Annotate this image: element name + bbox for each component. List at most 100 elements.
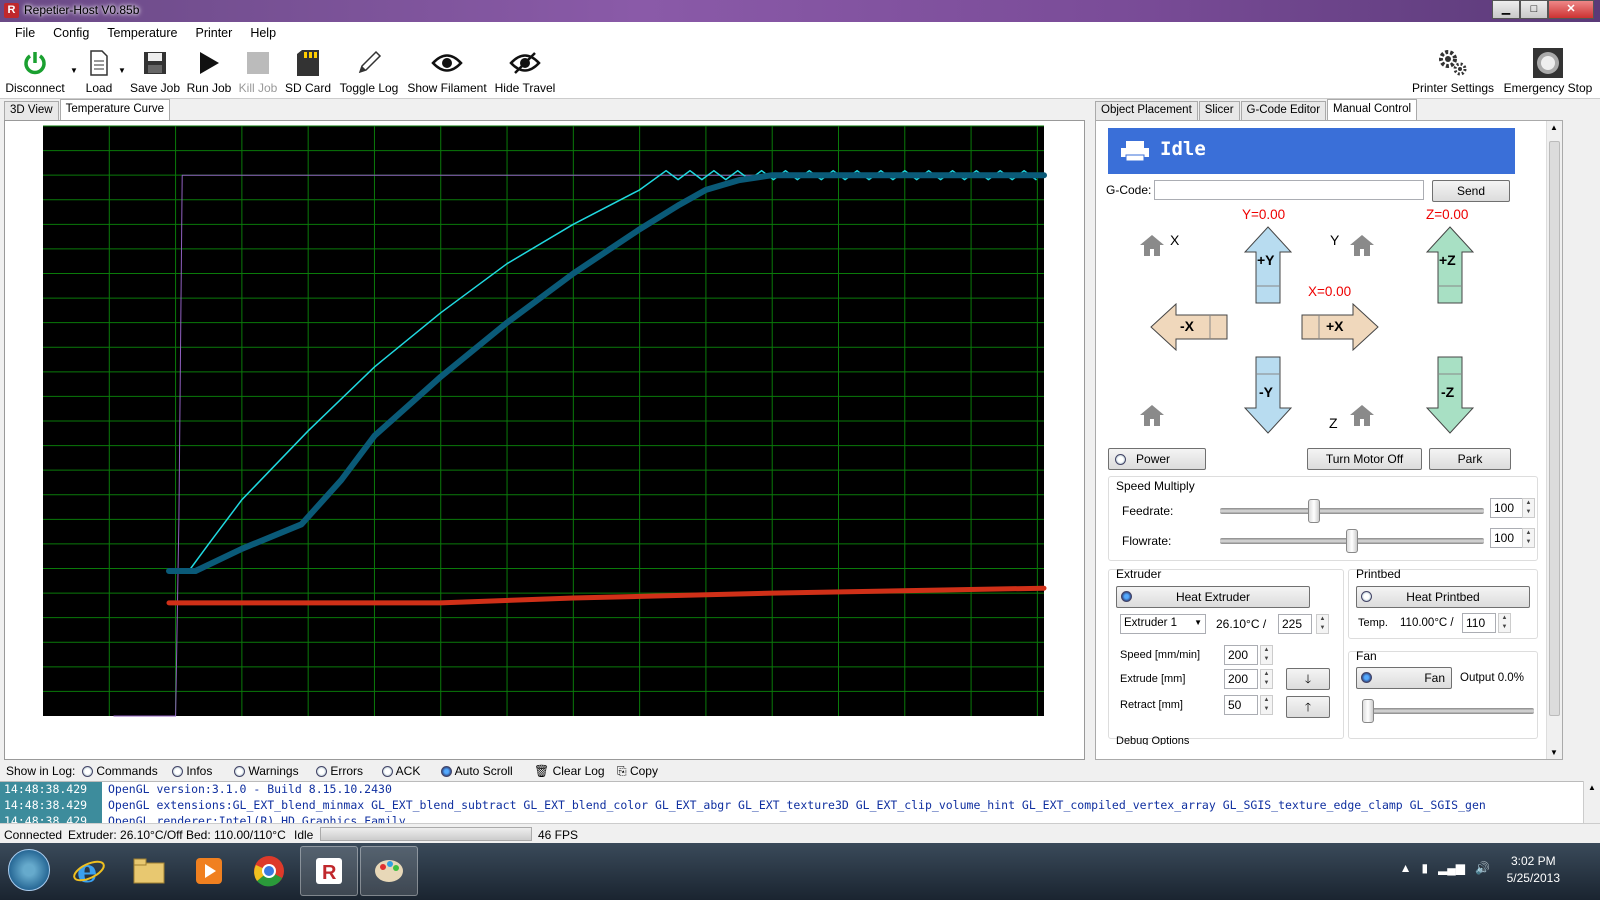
flowrate-input[interactable] <box>1490 528 1524 548</box>
move-plus-y-button[interactable]: +Y <box>1243 226 1293 304</box>
log-scrollbar[interactable]: ▲ <box>1583 781 1600 823</box>
scroll-down-icon[interactable]: ▼ <box>1550 748 1558 757</box>
feedrate-input[interactable] <box>1490 498 1524 518</box>
load-dropdown-icon[interactable]: ▼ <box>118 66 126 75</box>
turn-motor-off-button[interactable]: Turn Motor Off <box>1307 448 1422 470</box>
log-scroll-up-icon[interactable]: ▲ <box>1588 783 1596 792</box>
taskbar-clock[interactable]: 3:02 PM 5/25/2013 <box>1507 853 1560 887</box>
flowrate-spinner[interactable]: ▲ ▼ <box>1522 528 1535 548</box>
bed-target-spinner[interactable]: ▲ ▼ <box>1498 613 1511 633</box>
gcode-input[interactable] <box>1154 180 1424 200</box>
scroll-thumb[interactable] <box>1549 141 1560 716</box>
printer-status-text: Idle <box>1160 138 1206 160</box>
log-auto-scroll-toggle[interactable]: Auto Scroll <box>441 764 513 778</box>
fan-output: Output 0.0% <box>1460 672 1524 684</box>
save-job-button[interactable]: Save Job <box>130 48 180 95</box>
bed-target-input[interactable] <box>1462 613 1496 633</box>
extruder-select[interactable]: Extruder 1 ▼ <box>1120 614 1206 634</box>
toggle-log-button[interactable]: Toggle Log <box>337 48 401 95</box>
taskbar-media-player-icon[interactable] <box>180 846 238 896</box>
extrude-spinner[interactable]: ▲ ▼ <box>1260 669 1273 689</box>
menu-file[interactable]: File <box>6 22 44 44</box>
speed-spinner[interactable]: ▲ ▼ <box>1260 645 1273 665</box>
tray-volume-icon[interactable]: 🔊 <box>1475 861 1490 875</box>
feedrate-slider-thumb[interactable] <box>1308 499 1321 523</box>
taskbar-ie-icon[interactable]: e <box>60 846 118 896</box>
maximize-button[interactable]: □ <box>1520 0 1548 19</box>
clear-log-button[interactable]: 🗑 Clear Log <box>534 764 605 778</box>
log-message: OpenGL extensions:GL_EXT_blend_minmax GL… <box>108 798 1486 812</box>
extrude-down-button[interactable]: 🡓 <box>1286 668 1330 690</box>
menu-config[interactable]: Config <box>44 22 98 44</box>
start-button[interactable] <box>8 849 50 891</box>
tab-temperature-curve[interactable]: Temperature Curve <box>59 99 171 120</box>
extruder-target-input[interactable] <box>1278 614 1312 634</box>
log-errors-toggle[interactable]: Errors <box>316 764 363 778</box>
tab-gcode-editor[interactable]: G-Code Editor <box>1240 101 1327 120</box>
fan-button[interactable]: Fan <box>1356 667 1452 689</box>
park-button[interactable]: Park <box>1429 448 1511 470</box>
extruder-target-spinner[interactable]: ▲ ▼ <box>1316 614 1329 634</box>
tab-manual-control[interactable]: Manual Control <box>1327 99 1418 120</box>
home-y-icon[interactable] <box>1348 233 1376 257</box>
scroll-up-icon[interactable]: ▲ <box>1550 123 1558 132</box>
tab-object-placement[interactable]: Object Placement <box>1095 101 1198 120</box>
log-commands-toggle[interactable]: Commands <box>82 764 158 778</box>
move-minus-y-button[interactable]: -Y <box>1243 356 1293 434</box>
minimize-button[interactable]: ▁ <box>1492 0 1520 19</box>
heat-extruder-button[interactable]: Heat Extruder <box>1116 586 1310 608</box>
menu-printer[interactable]: Printer <box>186 22 241 44</box>
move-plus-x-button[interactable]: +X <box>1301 302 1379 352</box>
send-button[interactable]: Send <box>1432 180 1510 202</box>
taskbar-explorer-icon[interactable] <box>120 846 178 896</box>
load-button[interactable]: Load <box>82 48 116 95</box>
kill-job-button[interactable]: Kill Job <box>236 48 280 95</box>
copy-log-button[interactable]: ⎘ Copy <box>617 764 658 779</box>
taskbar-repetier-icon[interactable]: R <box>300 846 358 896</box>
tray-network-icon[interactable]: ▮ <box>1421 861 1428 875</box>
tray-expand-icon[interactable]: ▲ <box>1400 861 1412 875</box>
home-x-icon[interactable] <box>1138 233 1166 257</box>
extruder-select-value: Extruder 1 <box>1124 617 1178 629</box>
tab-slicer[interactable]: Slicer <box>1198 101 1240 120</box>
taskbar-paint-icon[interactable] <box>360 846 418 896</box>
run-job-button[interactable]: Run Job <box>185 48 233 95</box>
retract-input[interactable] <box>1224 695 1258 715</box>
heat-printbed-button[interactable]: Heat Printbed <box>1356 586 1530 608</box>
temperature-chart[interactable]: 0 05 510 1015 1520 2025 2530 3035 3540 4045 4550 50… <box>5 121 1084 759</box>
tab-3d-view[interactable]: 3D View <box>4 101 59 120</box>
feedrate-slider[interactable] <box>1220 508 1484 514</box>
flowrate-slider-thumb[interactable] <box>1346 529 1358 553</box>
taskbar-chrome-icon[interactable] <box>240 846 298 896</box>
move-minus-x-button[interactable]: -X <box>1150 302 1228 352</box>
show-filament-button[interactable]: Show Filament <box>406 48 488 95</box>
move-minus-z-button[interactable]: -Z <box>1425 356 1475 434</box>
speed-input[interactable] <box>1224 645 1258 665</box>
home-z-icon[interactable] <box>1348 403 1376 427</box>
tray-signal-icon[interactable]: ▂▄▆ <box>1438 861 1465 875</box>
printer-settings-button[interactable]: Printer Settings <box>1412 48 1494 95</box>
log-warnings-toggle[interactable]: Warnings <box>234 764 299 778</box>
menu-temperature[interactable]: Temperature <box>98 22 186 44</box>
fan-slider-thumb[interactable] <box>1362 699 1374 723</box>
feedrate-spinner[interactable]: ▲ ▼ <box>1522 498 1535 518</box>
home-all-icon[interactable] <box>1138 403 1166 427</box>
move-plus-z-button[interactable]: +Z <box>1425 226 1475 304</box>
retract-up-button[interactable]: 🡑 <box>1286 696 1330 718</box>
disconnect-dropdown-icon[interactable]: ▼ <box>70 66 78 75</box>
chart-x-tick: 54:00 <box>491 722 524 737</box>
extrude-input[interactable] <box>1224 669 1258 689</box>
close-button[interactable]: ✕ <box>1548 0 1594 19</box>
hide-travel-button[interactable]: Hide Travel <box>493 48 557 95</box>
menu-help[interactable]: Help <box>241 22 285 44</box>
panel-scrollbar[interactable]: ▲ ▼ <box>1546 121 1562 759</box>
emergency-stop-button[interactable]: Emergency Stop <box>1500 48 1596 95</box>
log-infos-toggle[interactable]: Infos <box>172 764 212 778</box>
retract-spinner[interactable]: ▲ ▼ <box>1260 695 1273 715</box>
power-button[interactable]: Power <box>1108 448 1206 470</box>
disconnect-button[interactable]: Disconnect <box>4 48 66 95</box>
sd-card-button[interactable]: SD Card <box>284 48 332 95</box>
log-ack-toggle[interactable]: ACK <box>382 764 420 778</box>
fan-slider[interactable] <box>1362 708 1534 714</box>
log-list[interactable]: 14:48:38.429 OpenGL version:3.1.0 - Build… <box>0 781 1583 823</box>
